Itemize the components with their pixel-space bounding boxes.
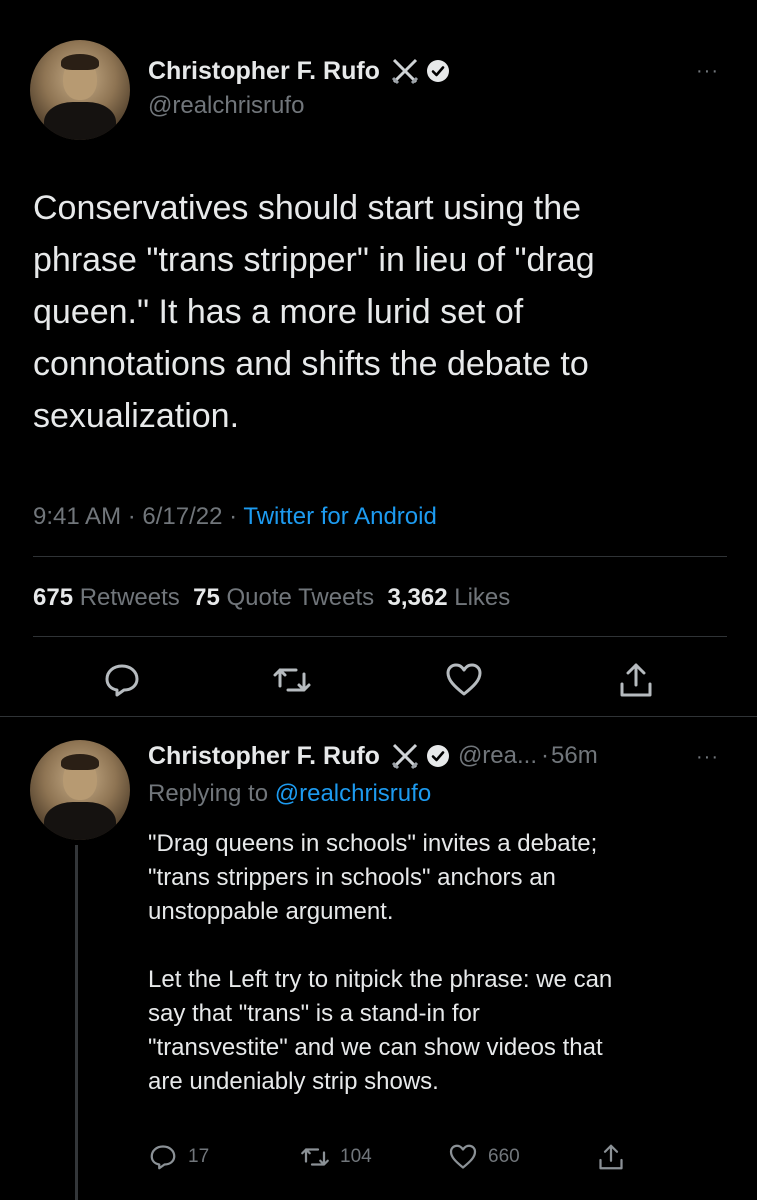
share-action[interactable] xyxy=(596,1142,626,1172)
crossed-swords-icon xyxy=(391,58,418,85)
replying-to-label: Replying to xyxy=(148,780,269,807)
like-icon xyxy=(449,1144,477,1169)
reply-icon[interactable] xyxy=(102,660,142,700)
meta-separator: · xyxy=(541,742,549,769)
like-count: 660 xyxy=(488,1146,520,1167)
likes-stat[interactable]: 3,362 Likes xyxy=(387,584,510,611)
tweet-date[interactable]: 6/17/22 xyxy=(142,503,222,530)
retweet-icon[interactable] xyxy=(272,660,312,700)
reply-icon xyxy=(150,1145,176,1170)
author-name[interactable]: Christopher F. Rufo xyxy=(148,57,380,86)
share-icon xyxy=(599,1144,623,1170)
reply-author-name[interactable]: Christopher F. Rufo xyxy=(148,742,380,771)
like-icon[interactable] xyxy=(444,660,484,700)
tweet-text: Conservatives should start using the phr… xyxy=(33,189,595,435)
avatar-body-shape xyxy=(44,102,116,140)
verified-badge-icon xyxy=(426,745,449,767)
avatar-hair-shape xyxy=(61,754,99,770)
retweet-action[interactable]: 104 xyxy=(300,1142,372,1172)
retweets-stat[interactable]: 675 Retweets xyxy=(33,584,180,611)
divider xyxy=(33,556,727,557)
replying-to-handle[interactable]: @realchrisrufo xyxy=(275,780,431,807)
quotes-label: Quote Tweets xyxy=(226,584,375,611)
retweet-icon xyxy=(301,1148,329,1166)
reply-author-avatar[interactable] xyxy=(30,740,130,840)
author-handle[interactable]: @realchrisrufo xyxy=(148,92,304,120)
tweet-source-link[interactable]: Twitter for Android xyxy=(243,503,436,530)
crossed-swords-icon xyxy=(391,743,418,770)
verified-badge-icon xyxy=(426,60,449,82)
retweets-label: Retweets xyxy=(79,584,180,611)
author-avatar[interactable] xyxy=(30,40,130,140)
retweet-count: 104 xyxy=(340,1146,372,1167)
quotes-count: 75 xyxy=(193,584,220,611)
tweet-time[interactable]: 9:41 AM xyxy=(33,503,121,530)
quotes-stat[interactable]: 75 Quote Tweets xyxy=(193,584,374,611)
reply-action[interactable]: 17 xyxy=(148,1142,209,1172)
like-action[interactable]: 660 xyxy=(448,1142,520,1172)
likes-label: Likes xyxy=(454,584,511,611)
meta-separator: · xyxy=(127,503,136,530)
reply-count: 17 xyxy=(188,1146,210,1167)
share-icon[interactable] xyxy=(616,660,656,700)
tweet-stats: 675 Retweets 75 Quote Tweets 3,362 Likes xyxy=(33,584,510,612)
meta-separator: · xyxy=(229,503,238,530)
retweets-count: 675 xyxy=(33,584,74,611)
reply-author-handle[interactable]: @rea... xyxy=(458,742,537,770)
replying-to: Replying to @realchrisrufo xyxy=(148,780,431,808)
likes-count: 3,362 xyxy=(387,584,448,611)
avatar-hair-shape xyxy=(61,54,99,70)
tweet-meta: 9:41 AM · 6/17/22 · Twitter for Android xyxy=(33,503,437,531)
more-icon[interactable]: ··· xyxy=(696,746,719,769)
reply-author-row[interactable]: Christopher F. Rufo @rea... · 56m xyxy=(148,741,598,771)
reply-text: "Drag queens in schools" invites a debat… xyxy=(148,830,613,1095)
thread-line xyxy=(75,845,78,1200)
avatar-body-shape xyxy=(44,802,116,840)
more-icon[interactable]: ··· xyxy=(696,60,719,83)
divider xyxy=(33,636,727,637)
reply-time[interactable]: 56m xyxy=(551,742,598,770)
author-name-row[interactable]: Christopher F. Rufo xyxy=(148,56,450,86)
divider xyxy=(0,716,757,717)
